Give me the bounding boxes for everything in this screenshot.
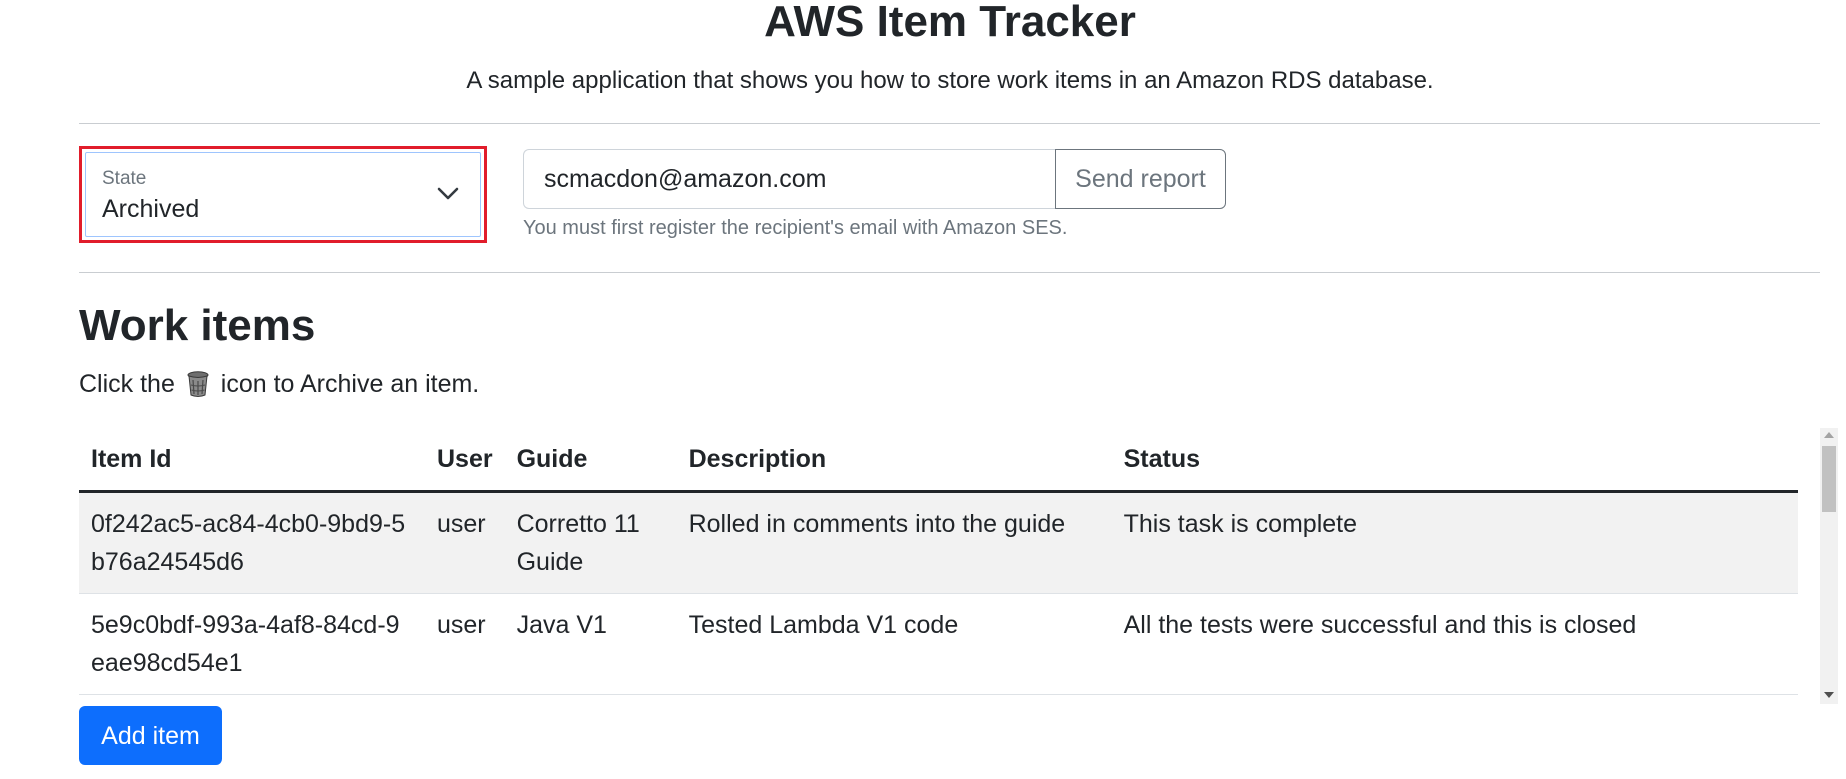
page-title: AWS Item Tracker <box>764 0 1136 46</box>
cell-guide: Corretto 11 Guide <box>504 491 677 594</box>
top-divider <box>79 123 1820 124</box>
email-help-text: You must first register the recipient's … <box>523 217 1068 239</box>
add-item-button[interactable]: Add item <box>79 706 222 765</box>
column-header-status: Status <box>1111 428 1798 493</box>
scrollbar-thumb[interactable] <box>1822 446 1836 512</box>
app-root: AWS Item Tracker A sample application th… <box>0 0 1846 779</box>
table-header-row: Item Id User Guide Description Status <box>79 428 1798 493</box>
cell-user: user <box>425 593 505 695</box>
scroll-up-icon[interactable] <box>1824 432 1834 438</box>
table-row[interactable]: 5e9c0bdf-993a-4af8-84cd-9eae98cd54e1 use… <box>79 593 1798 695</box>
column-header-guide: Guide <box>504 428 677 493</box>
cell-description: Tested Lambda V1 code <box>676 593 1112 695</box>
cell-item-id: 0f242ac5-ac84-4cb0-9bd9-5b76a24545d6 <box>79 491 425 594</box>
table-scrollbar[interactable] <box>1820 428 1838 704</box>
column-header-item-id: Item Id <box>79 428 425 493</box>
chevron-down-icon <box>437 187 459 200</box>
table-row[interactable]: 0f242ac5-ac84-4cb0-9bd9-5b76a24545d6 use… <box>79 491 1798 594</box>
work-items-title: Work items <box>79 301 316 350</box>
work-items-table-container[interactable]: Item Id User Guide Description Status 0f… <box>79 428 1818 704</box>
state-value: Archived <box>102 195 200 223</box>
cell-user: user <box>425 491 505 594</box>
instruction-prefix: Click the <box>79 370 175 398</box>
cell-status: This task is complete <box>1111 491 1798 594</box>
send-report-button[interactable]: Send report <box>1055 149 1226 209</box>
column-header-description: Description <box>676 428 1112 493</box>
scroll-down-icon[interactable] <box>1824 692 1834 698</box>
archive-instructions: Click the icon to Archive an item. <box>79 369 479 399</box>
work-items-table: Item Id User Guide Description Status 0f… <box>79 428 1798 695</box>
instruction-suffix: icon to Archive an item. <box>220 370 480 398</box>
column-header-user: User <box>425 428 505 493</box>
email-input[interactable] <box>523 149 1055 209</box>
state-label: State <box>102 168 147 189</box>
state-select[interactable]: State Archived <box>79 146 487 243</box>
cell-item-id: 5e9c0bdf-993a-4af8-84cd-9eae98cd54e1 <box>79 593 425 695</box>
cell-description: Rolled in comments into the guide <box>676 491 1112 594</box>
page-subtitle: A sample application that shows you how … <box>466 67 1434 94</box>
cell-status: All the tests were successful and this i… <box>1111 593 1798 695</box>
middle-divider <box>79 272 1820 273</box>
trash-icon <box>187 371 209 397</box>
cell-guide: Java V1 <box>504 593 677 695</box>
